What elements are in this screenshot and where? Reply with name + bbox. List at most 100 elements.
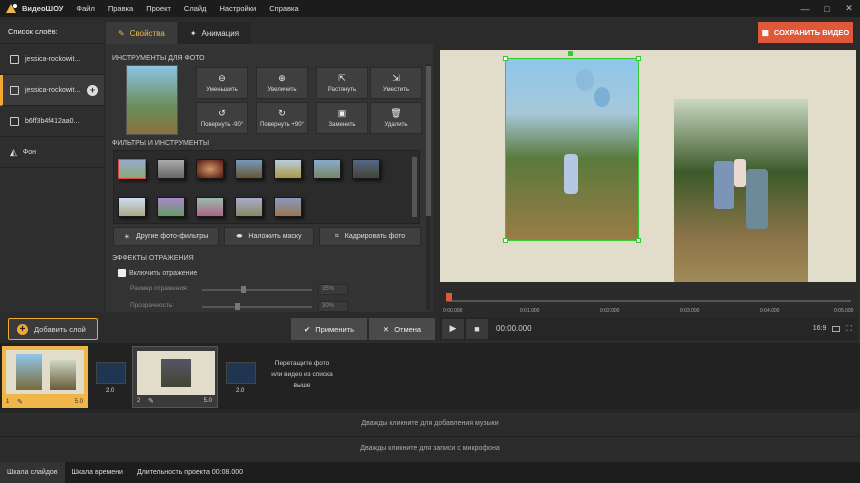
cancel-button[interactable]: ✕ Отмена <box>369 318 435 340</box>
menu-edit[interactable]: Правка <box>108 4 133 13</box>
tab-animation[interactable]: ✦ Анимация <box>177 22 252 44</box>
save-video-button[interactable]: ▦ СОХРАНИТЬ ВИДЕО <box>758 22 853 43</box>
music-track[interactable]: Дважды кликните для добавления музыки <box>0 411 860 435</box>
tick-label: 0:01.000 <box>520 308 540 314</box>
slider-knob[interactable] <box>235 303 240 310</box>
rotate-left-icon: ↺ <box>218 108 226 118</box>
transparency-slider[interactable] <box>202 303 312 310</box>
photo-layer[interactable] <box>674 99 808 282</box>
slide-item[interactable]: 2 ✎ 5.0 <box>132 346 218 408</box>
tab-properties[interactable]: ✎ Свойства <box>106 22 177 44</box>
layer-item[interactable]: jessica-rockowit... <box>0 44 104 75</box>
filter-thumb[interactable] <box>235 159 263 179</box>
fullscreen-icon[interactable]: ⛶ <box>846 324 852 334</box>
rotate-right-button[interactable]: ↻ Повернуть +90° <box>256 102 308 134</box>
stretch-button[interactable]: ⇱ Растянуть <box>316 67 368 99</box>
resize-handle[interactable] <box>503 238 508 243</box>
properties-scrollbar[interactable] <box>426 64 431 310</box>
apply-button[interactable]: ✔ Применить <box>291 318 367 340</box>
play-button[interactable]: ▶ <box>442 318 464 339</box>
transition-duration: 2.0 <box>106 388 115 394</box>
filter-thumb[interactable] <box>157 197 185 217</box>
zoom-in-button[interactable]: ⊕ Увеличить <box>256 67 308 99</box>
crop-photo-button[interactable]: ⌗ Кадрировать фото <box>319 227 421 246</box>
layer-item[interactable]: b6ff3b4f412aa0... <box>0 106 104 137</box>
rotate-left-button[interactable]: ↺ Повернуть -90° <box>196 102 248 134</box>
transition-thumb[interactable] <box>226 362 256 384</box>
slide-thumbnail <box>137 351 215 395</box>
transition-thumb[interactable] <box>96 362 126 384</box>
other-filters-button[interactable]: ☀ Другие фото-фильтры <box>113 227 219 246</box>
photo-layer-selected[interactable] <box>503 51 641 243</box>
reflection-size-slider[interactable] <box>202 286 312 293</box>
mask-icon: ⬬ <box>236 232 243 240</box>
menu-slide[interactable]: Слайд <box>184 4 207 13</box>
close-icon[interactable]: ✕ <box>838 0 860 17</box>
thumb-photo <box>16 354 42 390</box>
screen-icon[interactable] <box>832 325 841 332</box>
slides-strip <box>0 343 860 410</box>
timeline-ruler[interactable]: 0:00.000 0:01.000 0:02.000 0:03.000 0:04… <box>440 288 858 316</box>
filter-thumb[interactable] <box>157 159 185 179</box>
filter-thumb[interactable] <box>274 159 302 179</box>
menu-settings[interactable]: Настройки <box>219 4 256 13</box>
zoom-out-button[interactable]: ⊖ Уменьшить <box>196 67 248 99</box>
properties-panel: ИНСТРУМЕНТЫ ДЛЯ ФОТО ⊖ Уменьшить ⊕ Увели… <box>106 44 433 312</box>
transparency-value[interactable]: 30% <box>318 301 348 312</box>
filter-thumb[interactable] <box>196 159 224 179</box>
button-label: Повернуть -90° <box>200 122 244 128</box>
filter-thumb[interactable] <box>313 159 341 179</box>
slide-item-selected[interactable]: 1 ✎ 5.0 <box>2 346 88 408</box>
resize-handle[interactable] <box>503 56 508 61</box>
minimize-icon[interactable]: — <box>794 0 816 17</box>
add-layer-icon[interactable]: + <box>87 84 98 96</box>
menu-help[interactable]: Справка <box>269 4 298 13</box>
rotate-handle[interactable] <box>568 51 573 56</box>
trash-icon: 🗑 <box>390 108 402 118</box>
checkbox[interactable] <box>118 269 126 277</box>
reflection-toggle[interactable]: Включить отражение <box>118 269 197 277</box>
button-label: Добавить слой <box>34 324 86 334</box>
resize-handle[interactable] <box>636 238 641 243</box>
transparency-label: Прозрачность: <box>130 302 174 309</box>
slider-knob[interactable] <box>240 286 246 293</box>
delete-button[interactable]: 🗑 Удалить <box>370 102 422 134</box>
tab-slides-timeline[interactable]: Шкала слайдов <box>0 462 65 483</box>
filter-thumb[interactable] <box>196 197 224 217</box>
aspect-ratio[interactable]: 16:9 <box>813 325 827 332</box>
properties-tabs: ✎ Свойства ✦ Анимация <box>106 22 431 44</box>
add-layer-button[interactable]: + Добавить слой <box>8 318 98 340</box>
maximize-icon[interactable]: □ <box>816 0 838 17</box>
filter-thumb[interactable] <box>118 159 146 179</box>
playhead[interactable] <box>446 293 452 301</box>
replace-button[interactable]: ▣ Заменить <box>316 102 368 134</box>
resize-handle[interactable] <box>636 56 641 61</box>
filter-thumb[interactable] <box>352 159 380 179</box>
filter-thumb[interactable] <box>235 197 263 217</box>
button-label: Уменьшить <box>206 87 238 93</box>
filter-thumb[interactable] <box>274 197 302 217</box>
image-icon <box>10 54 19 64</box>
button-label: Другие фото-фильтры <box>136 233 209 240</box>
slide-number: 2 <box>137 398 141 404</box>
pencil-icon[interactable]: ✎ <box>17 398 23 406</box>
child-figure <box>564 154 578 194</box>
reflection-size-value[interactable]: 35% <box>318 284 348 295</box>
menu-file[interactable]: Файл <box>76 4 94 13</box>
pencil-icon[interactable]: ✎ <box>148 397 154 405</box>
filters-scrollbar[interactable] <box>412 157 417 217</box>
apply-mask-button[interactable]: ⬬ Наложить маску <box>224 227 314 246</box>
voice-track[interactable]: Дважды кликните для записи с микрофона <box>0 436 860 460</box>
thumb-photo <box>161 359 191 387</box>
stop-button[interactable]: ■ <box>466 318 488 339</box>
layer-item-selected[interactable]: jessica-rockowit... + <box>0 75 104 106</box>
menu-project[interactable]: Проект <box>146 4 171 13</box>
button-label: Увеличить <box>267 87 297 93</box>
crop-icon: ⌗ <box>334 232 339 240</box>
paint-bucket-icon: ◭ <box>10 146 17 157</box>
man-figure <box>714 161 734 209</box>
tab-time-timeline[interactable]: Шкала времени <box>65 469 130 476</box>
filter-thumb[interactable] <box>118 197 146 217</box>
layer-item-background[interactable]: ◭ Фон <box>0 137 104 168</box>
fit-button[interactable]: ⇲ Уместить <box>370 67 422 99</box>
